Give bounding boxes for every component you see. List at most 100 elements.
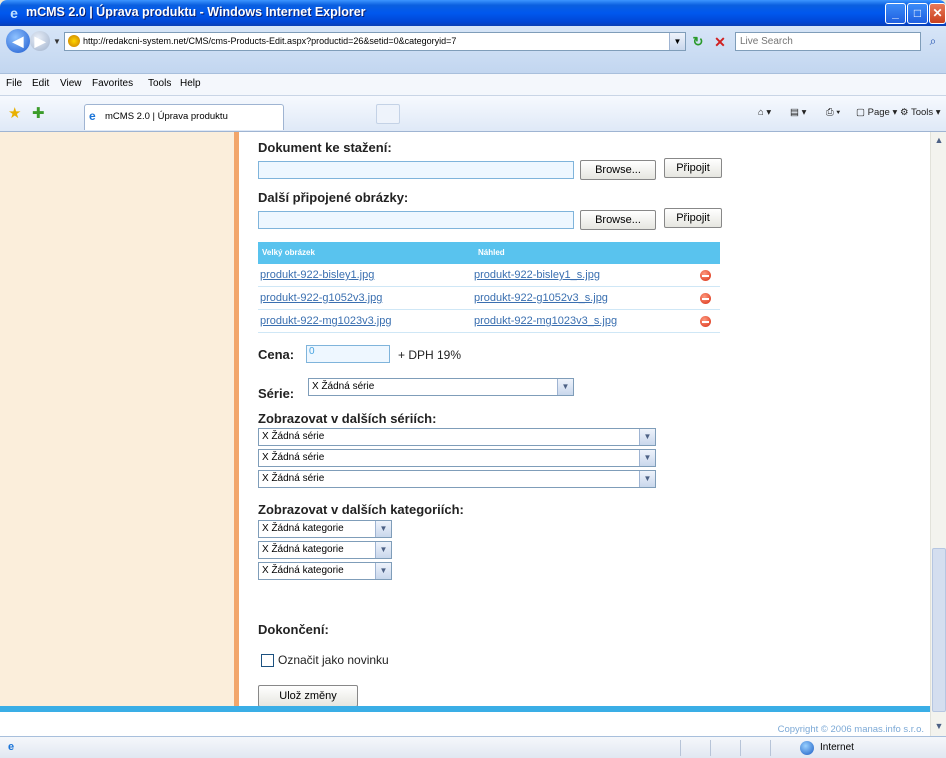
forward-button[interactable]: ▶ [30, 31, 50, 51]
status-divider [740, 740, 741, 756]
chevron-down-icon[interactable]: ▼ [639, 471, 655, 487]
address-dropdown-icon[interactable]: ▼ [669, 33, 685, 50]
other-series-label: Zobrazovat v dalších sériích: [258, 411, 437, 426]
menu-edit[interactable]: Edit [32, 78, 49, 89]
chevron-down-icon[interactable]: ▼ [557, 379, 573, 395]
other-series-select-1[interactable]: X Žádná série ▼ [258, 428, 656, 446]
add-favorite-icon[interactable]: ✚ [32, 104, 45, 122]
table-row: produkt-922-g1052v3.jpg produkt-922-g105… [258, 287, 720, 310]
footer-bar [0, 706, 930, 712]
left-column-border [234, 132, 239, 706]
select-value: X Žádná série [262, 452, 325, 463]
tab-bar: ★ ✚ e mCMS 2.0 | Úprava produktu ⌂ ▾ ▤ ▾… [0, 96, 946, 132]
thumb-image-link[interactable]: produkt-922-mg1023v3_s.jpg [474, 315, 617, 327]
chevron-down-icon[interactable]: ▼ [375, 563, 391, 579]
images-file-input[interactable] [258, 211, 574, 229]
other-series-select-2[interactable]: X Žádná série ▼ [258, 449, 656, 467]
search-input[interactable] [736, 33, 920, 50]
series-label: Série: [258, 386, 295, 401]
address-bar[interactable]: http://redakcni-system.net/CMS/cms-Produ… [64, 32, 686, 51]
window-title: mCMS 2.0 | Úprava produktu - Windows Int… [26, 5, 366, 19]
delete-icon[interactable] [700, 316, 711, 327]
images-attach-button[interactable]: Připojit [664, 208, 722, 228]
search-icon[interactable]: ⌕ [923, 32, 943, 51]
save-button[interactable]: Ulož změny [258, 685, 358, 707]
delete-icon[interactable] [700, 293, 711, 304]
print-icon[interactable]: ⎙ ▾ [826, 107, 840, 118]
select-value: X Žádná série [262, 473, 325, 484]
large-image-link[interactable]: produkt-922-bisley1.jpg [260, 269, 374, 281]
news-checkbox[interactable] [261, 654, 274, 667]
site-icon [68, 35, 80, 47]
download-attach-button[interactable]: Připojit [664, 158, 722, 178]
menu-help[interactable]: Help [180, 78, 201, 89]
home-icon[interactable]: ⌂ ▾ [758, 107, 771, 118]
url-text[interactable]: http://redakcni-system.net/CMS/cms-Produ… [83, 36, 643, 46]
security-zone-label: Internet [820, 742, 854, 753]
menu-favorites[interactable]: Favorites [92, 78, 133, 89]
images-section-title: Další připojené obrázky: [258, 190, 409, 205]
other-series-select-3[interactable]: X Žádná série ▼ [258, 470, 656, 488]
download-section-title: Dokument ke stažení: [258, 140, 392, 155]
images-browse-button[interactable]: Browse... [580, 210, 656, 230]
left-column [0, 132, 234, 706]
maximize-button[interactable]: □ [907, 3, 928, 24]
new-tab-button[interactable] [376, 104, 400, 124]
table-header: Velký obrázek Náhled [258, 242, 720, 264]
series-select-value: X Žádná série [312, 381, 375, 392]
scroll-up-icon[interactable]: ▲ [931, 132, 946, 148]
price-input[interactable]: 0 [306, 345, 390, 363]
delete-icon[interactable] [700, 270, 711, 281]
large-image-link[interactable]: produkt-922-g1052v3.jpg [260, 292, 382, 304]
download-file-input[interactable] [258, 161, 574, 179]
vertical-scrollbar[interactable]: ▲ ▼ [930, 132, 946, 736]
chevron-down-icon[interactable]: ▼ [375, 521, 391, 537]
chevron-down-icon[interactable]: ▼ [639, 429, 655, 445]
news-checkbox-label[interactable]: Označit jako novinku [278, 653, 389, 667]
scroll-down-icon[interactable]: ▼ [931, 718, 946, 734]
menu-file[interactable]: File [6, 78, 22, 89]
table-row: produkt-922-bisley1.jpg produkt-922-bisl… [258, 264, 720, 287]
history-dropdown-icon[interactable]: ▼ [53, 37, 61, 46]
chevron-down-icon[interactable]: ▼ [639, 450, 655, 466]
select-value: X Žádná kategorie [262, 565, 344, 576]
ie-page-icon: e [89, 109, 96, 123]
copyright-text: Copyright © 2006 manas.info s.r.o. [777, 724, 924, 735]
column-header-thumb: Náhled [478, 248, 505, 257]
window-titlebar[interactable]: e mCMS 2.0 | Úprava produktu - Windows I… [0, 0, 946, 26]
images-table: Velký obrázek Náhled produkt-922-bisley1… [258, 242, 720, 333]
select-value: X Žádná kategorie [262, 523, 344, 534]
other-category-select-3[interactable]: X Žádná kategorie ▼ [258, 562, 392, 580]
select-value: X Žádná série [262, 431, 325, 442]
vat-label: + DPH 19% [398, 348, 462, 362]
status-divider [770, 740, 771, 756]
scroll-thumb[interactable] [932, 548, 946, 712]
table-row: produkt-922-mg1023v3.jpg produkt-922-mg1… [258, 310, 720, 333]
thumb-image-link[interactable]: produkt-922-g1052v3_s.jpg [474, 292, 608, 304]
page-menu[interactable]: ▢ Page ▾ [856, 107, 897, 118]
menu-view[interactable]: View [60, 78, 82, 89]
address-toolbar: ◀ ▶ ▼ http://redakcni-system.net/CMS/cms… [0, 26, 946, 74]
thumb-image-link[interactable]: produkt-922-bisley1_s.jpg [474, 269, 600, 281]
minimize-button[interactable]: _ [885, 3, 906, 24]
page-menu-label: Page [867, 107, 890, 118]
tab-active[interactable]: e mCMS 2.0 | Úprava produktu [84, 104, 284, 130]
other-category-select-1[interactable]: X Žádná kategorie ▼ [258, 520, 392, 538]
menu-tools[interactable]: Tools [148, 78, 171, 89]
other-categories-label: Zobrazovat v dalších kategoriích: [258, 502, 464, 517]
feeds-icon[interactable]: ▤ ▾ [790, 107, 806, 118]
back-button[interactable]: ◀ [6, 29, 30, 53]
download-browse-button[interactable]: Browse... [580, 160, 656, 180]
large-image-link[interactable]: produkt-922-mg1023v3.jpg [260, 315, 391, 327]
stop-icon[interactable]: ✕ [712, 34, 728, 50]
refresh-icon[interactable]: ↻ [690, 34, 706, 50]
series-select[interactable]: X Žádná série ▼ [308, 378, 574, 396]
other-category-select-2[interactable]: X Žádná kategorie ▼ [258, 541, 392, 559]
status-bar: e Internet [0, 736, 946, 758]
favorites-star-icon[interactable]: ★ [8, 104, 21, 122]
chevron-down-icon[interactable]: ▼ [375, 542, 391, 558]
finish-label: Dokončení: [258, 622, 329, 637]
tools-menu[interactable]: ⚙ Tools ▾ [900, 107, 941, 118]
close-button[interactable]: ✕ [929, 3, 946, 24]
search-box[interactable] [735, 32, 921, 51]
